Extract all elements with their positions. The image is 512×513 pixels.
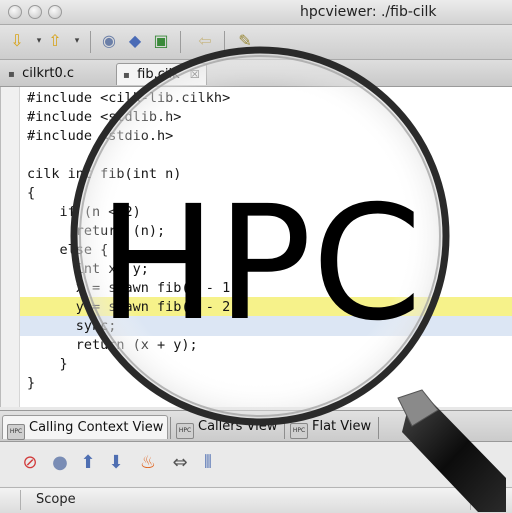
main-toolbar: ⇩ ▾ ⇧ ▾ ◉ ◆ ▣ ⇦ ✎ (0, 25, 512, 60)
toolbar-separator (90, 31, 91, 53)
down-arrow-icon[interactable]: ⬇ (106, 452, 126, 474)
column-divider (470, 490, 471, 510)
cube-icon[interactable]: ◆ (124, 30, 146, 52)
hpc-icon: HPC (7, 424, 25, 440)
minimize-window-button[interactable] (28, 5, 42, 19)
code-line: #include <stdio.h> (27, 128, 174, 144)
page-icon[interactable]: ▣ (150, 30, 172, 52)
scope-column-header[interactable]: Scope (0, 487, 512, 513)
up-arrow-icon[interactable]: ⬆ (78, 452, 98, 474)
code-line: return (x + y); (27, 337, 198, 353)
tab-label: cilkrt0.c (22, 66, 75, 81)
editor-gutter (1, 87, 20, 407)
zoom-out-icon[interactable]: ● (50, 452, 70, 474)
code-line: cilk int fib(int n) (27, 166, 182, 182)
tab-label: fib.cilk (137, 67, 180, 82)
tab-label: Callers View (198, 419, 278, 434)
code-line: #include <stdlib.h> (27, 109, 182, 125)
close-window-button[interactable] (8, 5, 22, 19)
title-bar: hpcviewer: ./fib-cilk (0, 0, 512, 25)
tab-separator (170, 417, 171, 439)
code-line: { (27, 185, 36, 201)
source-editor[interactable]: #include <cilk-lib.cilkh> #include <stdli… (0, 87, 512, 407)
hot-path-icon[interactable]: ♨ (138, 452, 158, 474)
metric-icon[interactable]: ⦀ (198, 452, 218, 474)
c-file-icon: ▪ (8, 69, 15, 80)
view-toolbar: ⊘ ● ⬆ ⬇ ♨ ⇔ ⦀ (0, 442, 512, 486)
view-tab-bar: HPC Calling Context View HPC Callers View … (0, 410, 512, 442)
editor-tab-bar: ▪ cilkrt0.c ▪ fib.cilk ☒ (0, 60, 512, 87)
code-line: return (n); (27, 223, 166, 239)
window-title: hpcviewer: ./fib-cilk (300, 4, 437, 20)
hpc-icon: HPC (176, 423, 194, 439)
code-line: y = spawn fib(n - 2); (27, 299, 247, 315)
code-line: } (27, 375, 36, 391)
tab-flat-view[interactable]: HPC Flat View (286, 415, 378, 439)
code-line: int x, y; (27, 261, 149, 277)
filter-off-icon[interactable]: ⊘ (20, 452, 40, 474)
c-file-icon: ▪ (123, 70, 130, 81)
tab-cilkrt0-c[interactable]: ▪ cilkrt0.c (2, 63, 80, 85)
columns-icon[interactable]: ⇔ (170, 452, 190, 474)
code-line: sync; (27, 318, 117, 334)
code-line: else { (27, 242, 109, 258)
back-icon[interactable]: ⇦ (194, 30, 216, 52)
zoom-icon[interactable]: ◉ (98, 30, 120, 52)
tab-fib-cilk[interactable]: ▪ fib.cilk ☒ (116, 63, 207, 85)
arrow-up-icon[interactable]: ⇧ (44, 30, 66, 52)
zoom-window-button[interactable] (48, 5, 62, 19)
toolbar-separator (180, 31, 181, 53)
dropdown-chevron-icon[interactable]: ▾ (66, 30, 88, 52)
code-line: if (n < 2) (27, 204, 141, 220)
close-tab-icon[interactable]: ☒ (190, 68, 200, 81)
tab-separator (284, 417, 285, 439)
code-line: } (27, 356, 68, 372)
code-line: x = spawn fib(n - 1); (27, 280, 247, 296)
tab-separator (378, 417, 379, 439)
hpc-icon: HPC (290, 423, 308, 439)
column-divider (20, 490, 21, 510)
tab-calling-context-view[interactable]: HPC Calling Context View (2, 415, 168, 440)
tab-callers-view[interactable]: HPC Callers View (172, 415, 282, 439)
toolbar-separator (224, 31, 225, 53)
scope-header-label: Scope (36, 492, 76, 507)
pin-icon[interactable]: ✎ (234, 30, 256, 52)
tab-label: Calling Context View (29, 420, 164, 435)
tab-label: Flat View (312, 419, 372, 434)
arrow-down-icon[interactable]: ⇩ (6, 30, 28, 52)
code-line: #include <cilk-lib.cilkh> (27, 90, 231, 106)
